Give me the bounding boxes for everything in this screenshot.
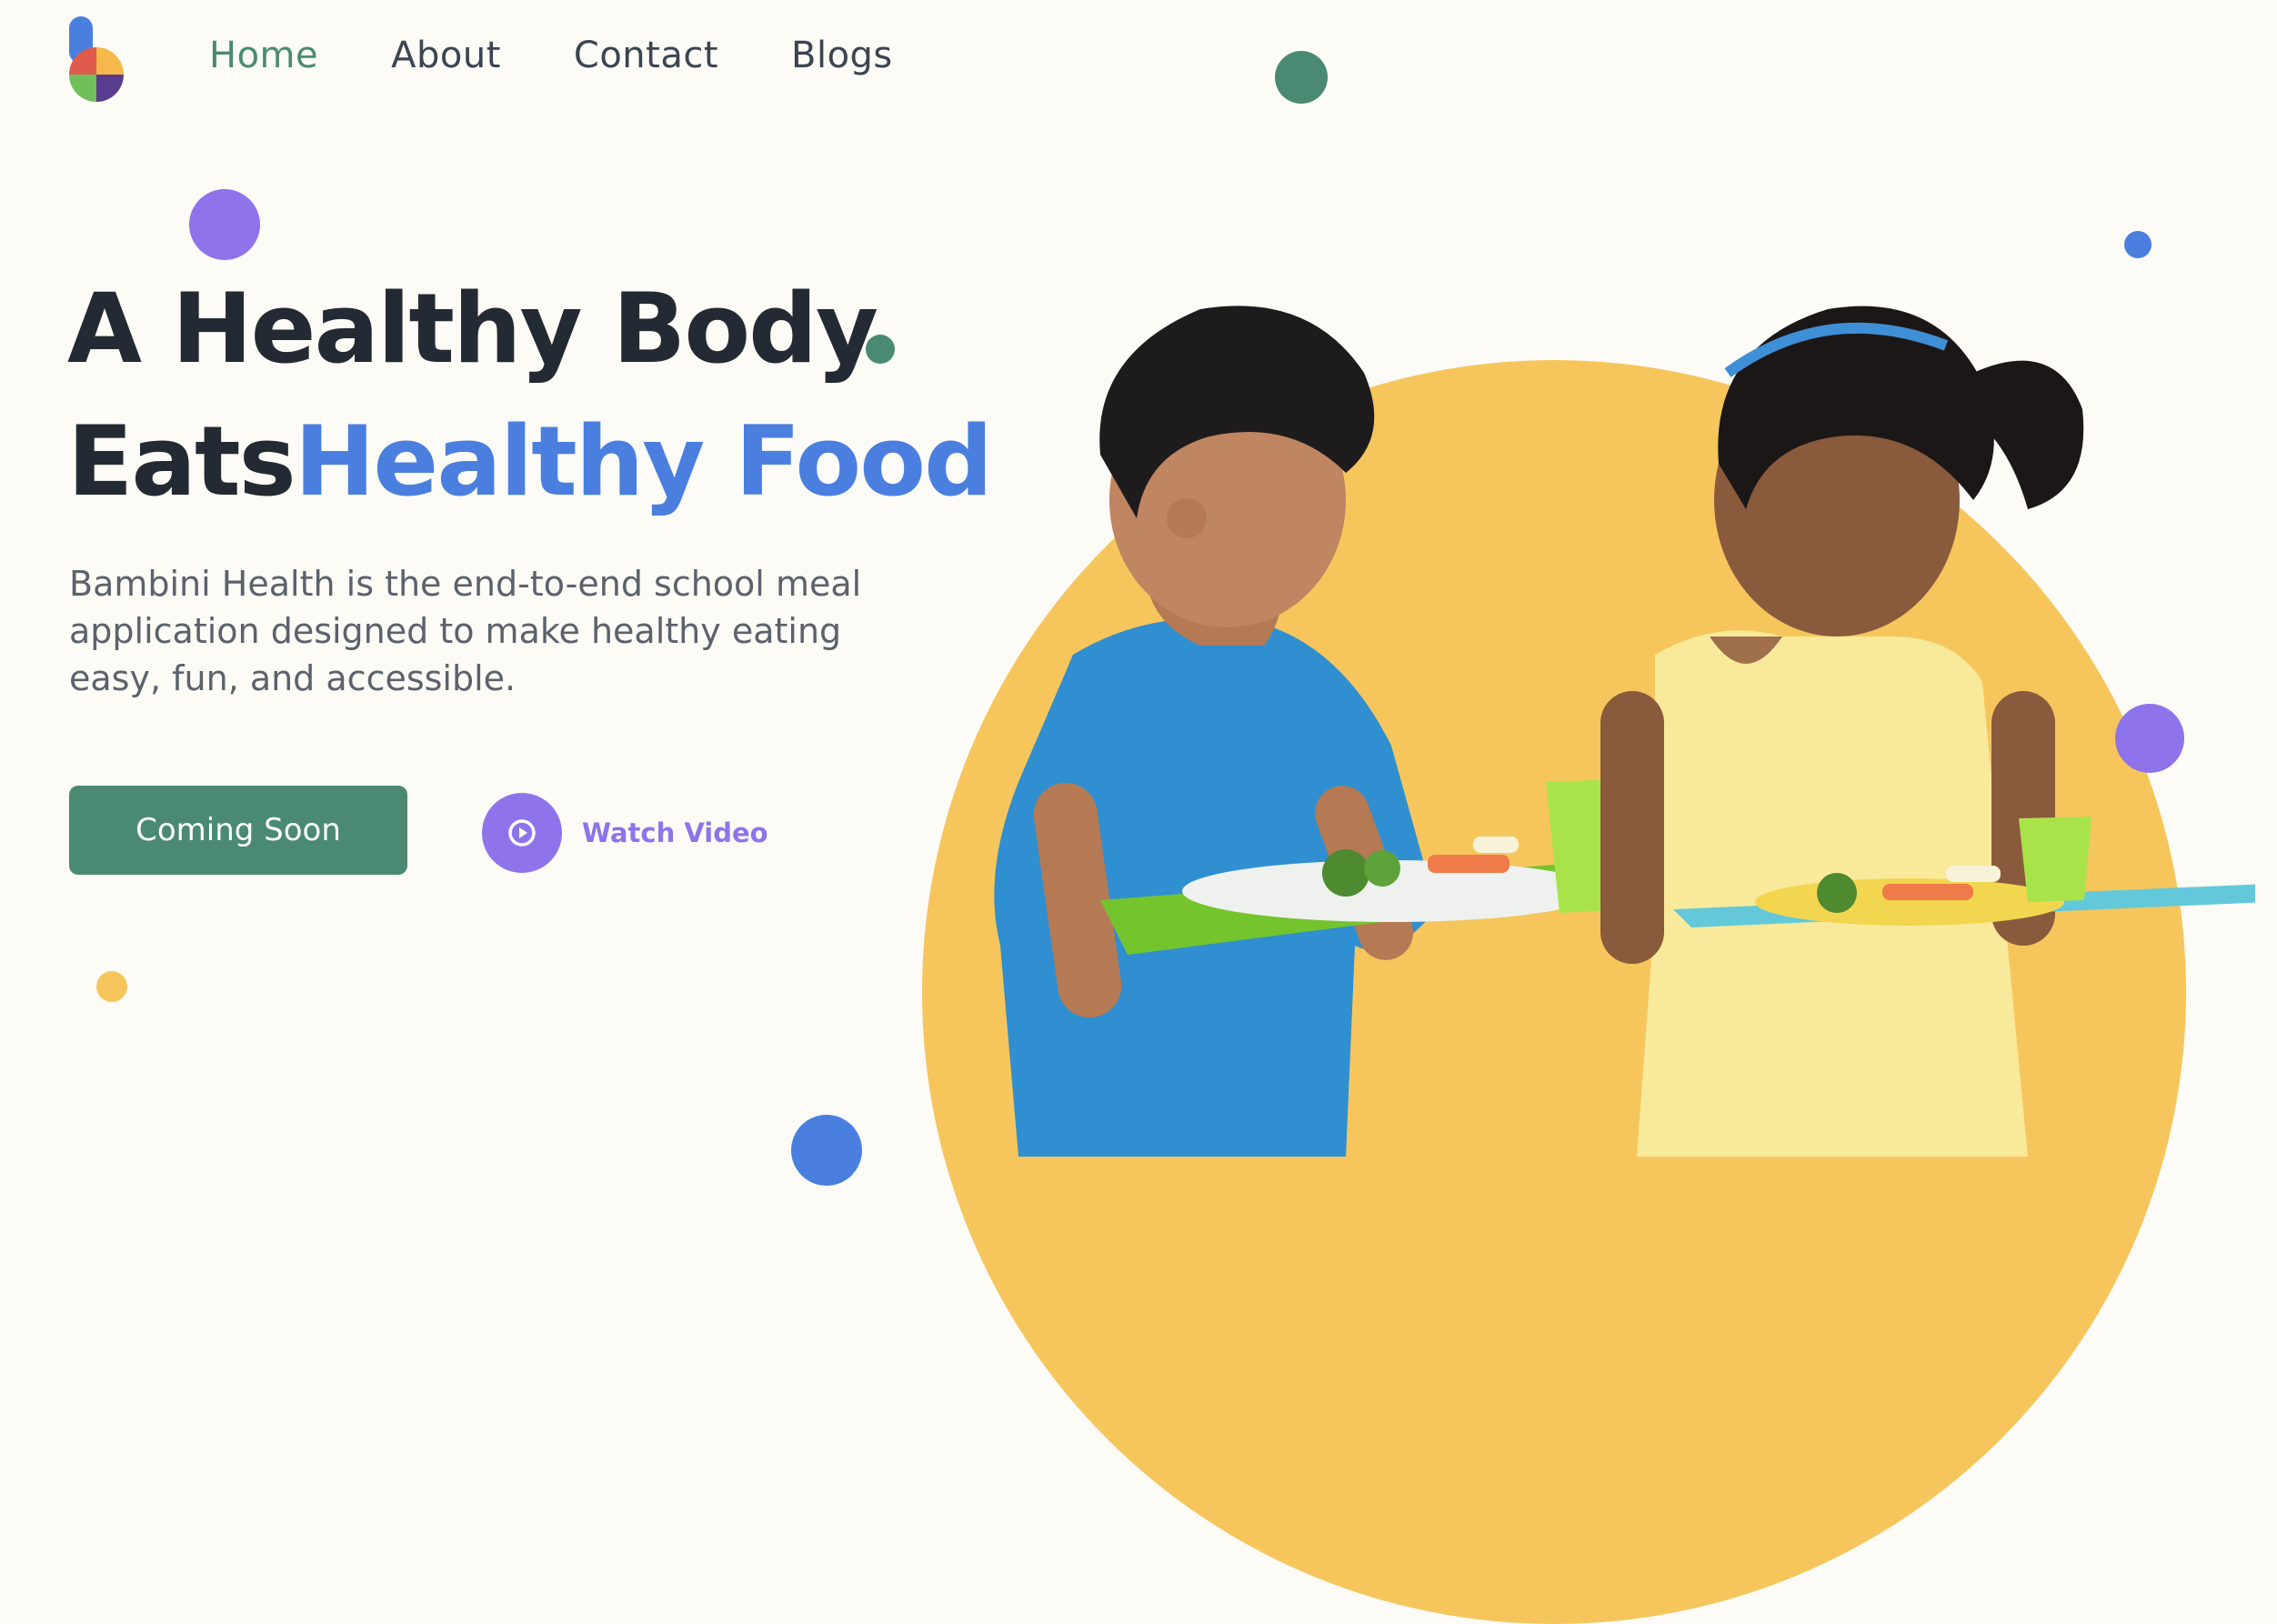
play-icon [508,819,536,847]
nav-contact[interactable]: Contact [574,35,718,76]
hero-description: Bambini Health is the end-to-end school … [69,564,862,698]
hero-heading-accent: Healthy Food [294,406,993,517]
hero-heading-line1: A Healthy Body [67,273,878,385]
logo[interactable] [67,16,125,102]
decor-dot-yellow-hair [1393,389,1422,418]
girl-figure [1600,306,2084,1157]
hero-kids-image [994,306,2255,1157]
hero-heading-line2: EatsHealthy Food [67,406,993,517]
decor-dot-purple-left [189,189,260,260]
decor-dot-green-top [1275,51,1328,104]
watch-video-link[interactable]: Watch Video [482,793,768,873]
play-button[interactable] [482,793,562,873]
bambini-logo-icon [69,16,124,102]
nav-home[interactable]: Home [209,35,318,76]
nav-blogs[interactable]: Blogs [791,35,893,76]
decor-dot-blue-right [2124,231,2152,258]
nav-about[interactable]: About [391,35,501,76]
boy-figure [994,306,1437,1157]
coming-soon-button[interactable]: Coming Soon [69,786,407,875]
decor-dot-yellow-left [96,971,127,1002]
decor-dot-blue-bottom [791,1115,862,1186]
watch-video-label: Watch Video [582,817,768,848]
hero-heading-dark: Eats [67,406,296,517]
main-nav: Home About Contact Blogs [209,35,966,76]
